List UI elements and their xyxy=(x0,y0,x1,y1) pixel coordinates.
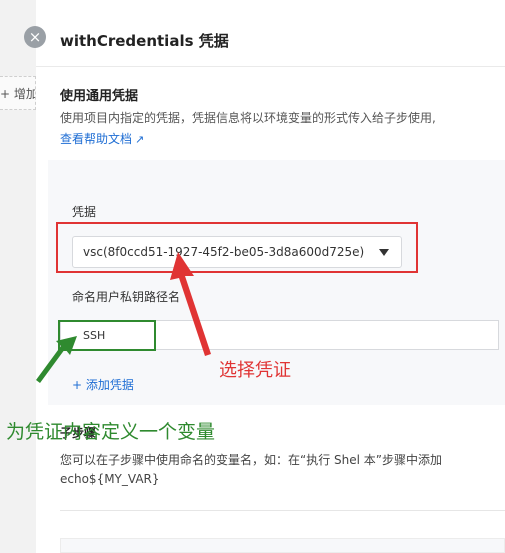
annotation-define-variable: 为凭证内容定义一个变量 xyxy=(6,421,216,443)
section-title: 使用通用凭据 xyxy=(60,89,139,104)
background-add-button[interactable]: + 增加 xyxy=(0,76,36,110)
credential-select[interactable]: vsc(8f0ccd51-1927-45f2-be05-3d8a600d725e… xyxy=(72,236,402,268)
annotation-select-credential: 选择凭证 xyxy=(219,360,291,381)
credentials-drawer: withCredentials 凭据 使用通用凭据 使用项目内指定的凭据，凭据信… xyxy=(36,0,505,553)
name-input[interactable]: SSH xyxy=(60,320,499,350)
name-input-value[interactable]: SSH xyxy=(83,329,105,342)
next-step-card xyxy=(60,538,505,553)
close-icon[interactable]: × xyxy=(24,26,46,48)
background-page-strip: + 增加 xyxy=(0,0,37,553)
drawer-title: withCredentials 凭据 xyxy=(60,32,229,50)
credential-select-value[interactable]: vsc(8f0ccd51-1927-45f2-be05-3d8a600d725e… xyxy=(83,245,364,259)
add-credential-link[interactable]: + 添加凭据 xyxy=(72,376,134,393)
help-doc-link-label[interactable]: 查看帮助文档 xyxy=(60,132,132,146)
name-field-label: 命名用户私钥路径名 xyxy=(72,290,181,304)
variable-section-description: 您可以在子步骤中使用命名的变量名，如：在“执行 Shel 本”步骤中添加 ech… xyxy=(60,453,443,486)
section-description: 使用项目内指定的凭据，凭据信息将以环境变量的形式传入给子步使用, xyxy=(60,111,436,125)
chevron-down-icon[interactable] xyxy=(379,249,389,256)
bottom-divider xyxy=(60,510,505,511)
title-divider xyxy=(36,66,505,67)
external-link-icon: ↗ xyxy=(135,133,145,146)
help-doc-link[interactable]: 查看帮助文档 ↗ xyxy=(60,130,144,147)
credential-label: 凭据 xyxy=(72,205,97,219)
